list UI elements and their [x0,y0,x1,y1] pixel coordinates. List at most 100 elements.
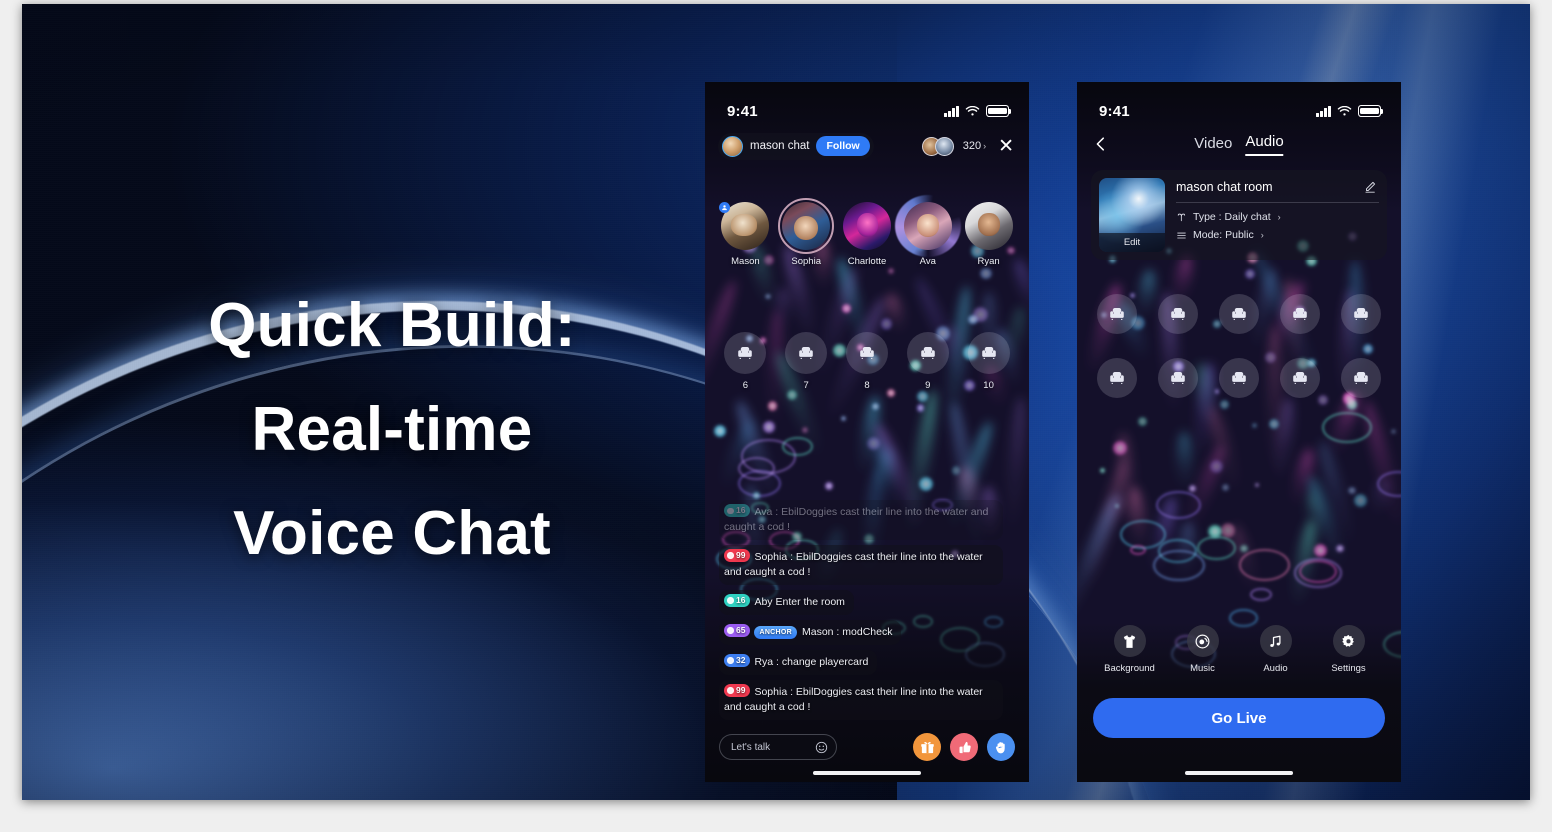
level-value: 65 [736,625,746,636]
battery-icon [986,105,1012,117]
speaker-avatar-wrap [894,195,961,257]
level-value: 99 [736,550,746,561]
go-live-button[interactable]: Go Live [1093,698,1385,738]
gift-button[interactable] [913,733,941,761]
room-mode-label: Mode: Public [1193,229,1254,241]
viewer-count-value: 320 [962,140,982,152]
avatar [903,202,952,250]
empty-seat[interactable] [1272,358,1328,398]
room-type-row[interactable]: Type : Daily chat › [1176,211,1379,223]
empty-seat[interactable] [1211,358,1267,398]
level-orb-icon [727,627,734,634]
phone1-bottom-bar: Let's talk [705,730,1029,764]
chat-message-text: Rya : change playercard [754,656,869,669]
level-value: 16 [736,595,746,606]
empty-seat[interactable] [1150,294,1206,334]
room-cover-thumbnail[interactable]: Edit [1099,178,1165,252]
phone-mockup-room-setup: 9:41 Video Audio Edit mason chat room Ty… [1077,82,1401,782]
room-type-label: Type : Daily chat [1193,211,1271,223]
chat-message-text: Sophia : EbilDoggies cast their line int… [724,551,983,579]
tool-label: Audio [1263,663,1288,674]
chat-input[interactable]: Let's talk [719,734,837,760]
chat-message[interactable]: 16 Ava : EbilDoggies cast their line into… [719,500,1003,541]
empty-seat[interactable] [1089,358,1145,398]
follow-button[interactable]: Follow [816,136,870,156]
chat-message[interactable]: 32 Rya : change playercard [719,650,878,676]
level-orb-icon [727,657,734,664]
empty-seat[interactable]: 9 [900,332,956,391]
smiley-face-icon[interactable] [815,741,828,754]
empty-seat[interactable] [1089,294,1145,334]
card-divider [1176,202,1379,203]
speaker-seat[interactable]: Mason [717,202,773,267]
empty-seat[interactable]: 8 [839,332,895,391]
armchair-seat-icon [845,332,888,374]
room-title: mason chat room [1176,180,1273,194]
chat-message[interactable]: 99 Sophia : EbilDoggies cast their line i… [719,680,1003,720]
armchair-seat-icon [906,332,949,374]
status-time: 9:41 [727,102,758,120]
user-level-badge: 99 [724,684,751,697]
speaker-avatar-wrap [964,202,1013,250]
armchair-seat-icon [967,332,1010,374]
empty-seat[interactable] [1333,294,1389,334]
phone1-status-bar: 9:41 [705,82,1029,128]
like-button[interactable] [950,733,978,761]
seat-number: 6 [742,380,749,391]
tool-settings[interactable]: Settings [1318,625,1380,674]
raise-hand-button[interactable] [987,733,1015,761]
close-icon[interactable]: ✕ [995,135,1017,158]
user-level-badge: 32 [724,654,751,667]
wifi-icon [965,105,980,116]
signal-bars-icon [1316,105,1331,117]
empty-seat[interactable] [1272,294,1328,334]
armchair-seat-icon [785,332,828,374]
chat-message[interactable]: 16 Aby Enter the room [719,590,854,616]
room-info-pill[interactable]: mason chat Follow [718,132,874,160]
chat-message-text: Aby Enter the room [754,596,845,609]
speaker-avatar-wrap [842,202,891,250]
room-mode-row[interactable]: Mode: Public › [1176,229,1379,241]
home-indicator [813,771,921,775]
speaker-name: Sophia [791,256,821,267]
tab-video[interactable]: Video [1194,135,1232,156]
empty-seat[interactable] [1333,358,1389,398]
level-value: 99 [736,685,746,696]
phone2-nav-bar: Video Audio [1077,126,1401,162]
speaker-seat[interactable]: Ryan [961,202,1017,267]
chat-message-list[interactable]: 16 Ava : EbilDoggies cast their line into… [719,500,1003,720]
anchor-tag: ANCHOR [754,626,797,640]
room-name-label: mason chat [750,140,810,152]
avatar [842,202,891,250]
speaker-seat[interactable]: Sophia [778,198,835,267]
tool-audio[interactable]: Audio [1245,625,1307,674]
empty-seat[interactable] [1150,358,1206,398]
slide-canvas: Quick Build: Real-time Voice Chat 9:41 m… [22,4,1530,800]
pencil-edit-icon[interactable] [1363,180,1377,194]
tshirt-icon [1113,625,1146,657]
empty-seat[interactable]: 10 [961,332,1017,391]
viewer-count[interactable]: 320 › [963,140,986,152]
cover-edit-label[interactable]: Edit [1099,233,1165,252]
empty-seat[interactable]: 6 [717,332,773,391]
level-orb-icon [727,597,734,604]
seat-number: 10 [983,380,994,391]
seat-number: 8 [864,380,870,391]
slide-headline: Quick Build: Real-time Voice Chat [82,274,702,586]
speaker-seat[interactable]: Charlotte [839,202,895,267]
thumbs-up-icon [959,741,971,753]
chevron-left-icon[interactable] [1091,134,1111,154]
chevron-right-icon: › [1277,212,1281,222]
tool-music[interactable]: Music [1172,625,1234,674]
speaker-avatar-wrap [778,198,835,254]
signal-bars-icon [944,105,959,117]
wifi-icon [1337,105,1352,116]
chat-message[interactable]: 65 ANCHOR Mason : modCheck [719,620,902,646]
chat-message[interactable]: 99 Sophia : EbilDoggies cast their line i… [719,545,1003,586]
empty-seat[interactable] [1211,294,1267,334]
viewer-avatars[interactable] [921,136,954,156]
speaker-seat[interactable]: Ava [894,195,961,267]
tab-audio[interactable]: Audio [1245,133,1284,156]
tool-background[interactable]: Background [1099,625,1161,674]
empty-seat[interactable]: 7 [778,332,834,391]
